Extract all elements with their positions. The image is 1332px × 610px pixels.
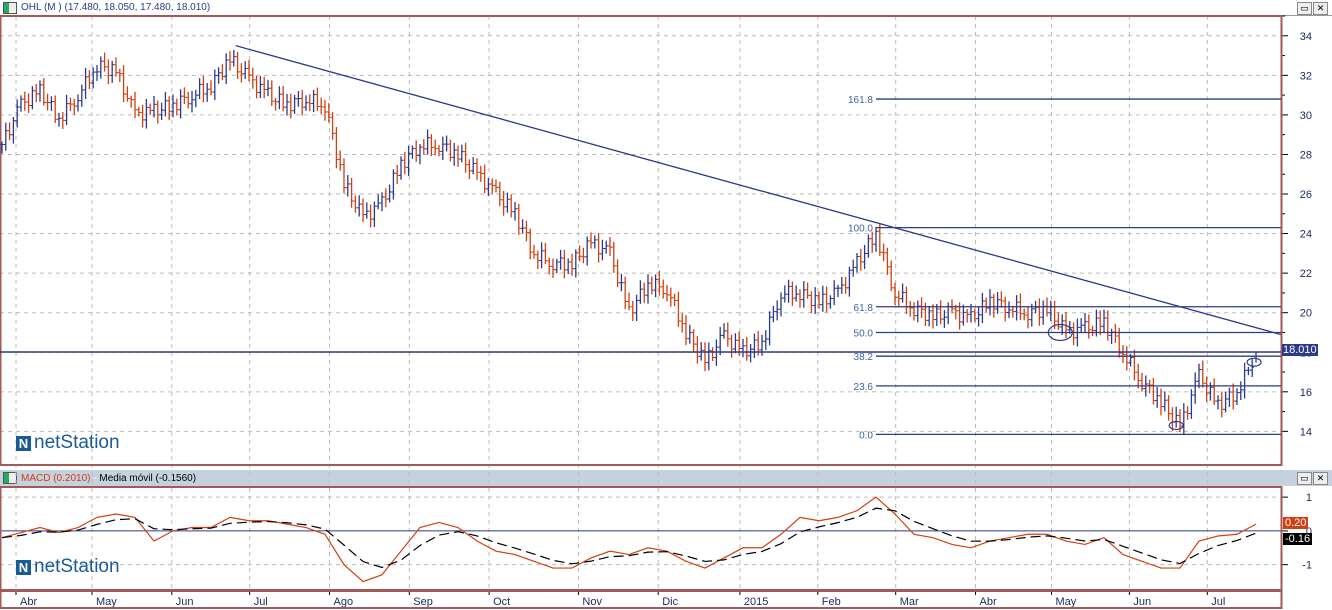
y-tick-label: -1	[1302, 560, 1312, 572]
macd-plot-frame	[0, 486, 1283, 591]
annotation-ellipse	[1047, 323, 1073, 342]
fib-level-label: 61.8	[854, 303, 874, 314]
macd-line	[1, 496, 1257, 583]
netstation-logo: NnetStation	[16, 556, 120, 578]
y-tick-label: 16	[1300, 387, 1312, 399]
y-tick-label: 1	[1306, 492, 1312, 504]
signal-value-badge: -0.16	[1283, 533, 1313, 545]
fib-level-label: 100.0	[848, 224, 873, 235]
trendline	[235, 45, 1281, 336]
ohl-title: OHL (M ) (17.480, 18.050, 17.480, 18.010…	[21, 2, 211, 13]
x-tick-label: Sep	[413, 596, 433, 608]
x-tick-label: Jun	[1133, 596, 1151, 608]
x-tick-label: Feb	[822, 596, 841, 608]
x-tick-label: May	[1056, 596, 1077, 608]
annotation-ellipse	[1168, 420, 1184, 431]
fib-level-label: 38.2	[854, 352, 874, 363]
panel-icon	[3, 1, 17, 14]
bottom-panel-titlebar: MACD (0.2010) - Media móvil (-0.1560)	[0, 470, 1332, 486]
y-tick-label: 28	[1300, 149, 1312, 161]
x-tick-label: Mar	[900, 596, 919, 608]
fib-level-label: 0.0	[859, 430, 873, 441]
x-tick-label: Jun	[176, 596, 194, 608]
y-tick-label: 20	[1300, 308, 1312, 320]
x-tick-label: Dic	[662, 596, 678, 608]
y-tick-label: 26	[1300, 189, 1312, 201]
close-top-button[interactable]: ✕	[1313, 2, 1328, 15]
y-tick-label: 34	[1300, 31, 1312, 43]
x-tick-label: Ago	[334, 596, 354, 608]
x-tick-label: Abr	[20, 596, 37, 608]
signal-label: Media móvil (-0.1560)	[99, 472, 197, 484]
x-tick-label: Jul	[254, 596, 268, 608]
fib-level-label: 161.8	[848, 95, 873, 106]
y-tick-label: 30	[1300, 110, 1312, 122]
fib-level-label: 23.6	[854, 382, 874, 393]
separator: -	[90, 472, 100, 484]
x-tick-label: Jul	[1211, 596, 1225, 608]
annotation-ellipse	[1246, 357, 1262, 367]
macd-label: MACD (0.2010)	[21, 472, 91, 484]
maximize-top-button[interactable]: ▭	[1297, 2, 1312, 15]
last-price-badge: 18.010	[1282, 344, 1318, 356]
macd-value-badge: 0.20	[1283, 517, 1309, 529]
x-tick-label: Nov	[582, 596, 602, 608]
y-tick-label: 14	[1300, 426, 1312, 438]
top-panel-titlebar: OHL (M ) (17.480, 18.050, 17.480, 18.010…	[0, 0, 1332, 16]
x-axis-frame	[0, 590, 1283, 609]
price-plot-frame	[0, 15, 1283, 466]
y-tick-label: 22	[1300, 268, 1312, 280]
chart-canvas[interactable]: Abr May Jun Jul Ago Sep Oct Nov Dic 2015 Feb Mar Abr…	[0, 0, 1332, 610]
y-tick-label: 32	[1300, 70, 1312, 82]
y-tick-label: 24	[1300, 229, 1312, 241]
x-tick-label: Oct	[493, 596, 510, 608]
netstation-logo: NnetStation	[16, 432, 120, 454]
x-tick-label: Abr	[980, 596, 997, 608]
fib-level-label: 50.0	[854, 328, 874, 339]
panel-icon	[3, 472, 17, 484]
maximize-bottom-button[interactable]: ▭	[1297, 472, 1312, 485]
signal-line	[1, 507, 1257, 569]
x-tick-label: May	[96, 596, 117, 608]
x-tick-label: 2015	[744, 596, 768, 608]
close-bottom-button[interactable]: ✕	[1313, 472, 1328, 485]
